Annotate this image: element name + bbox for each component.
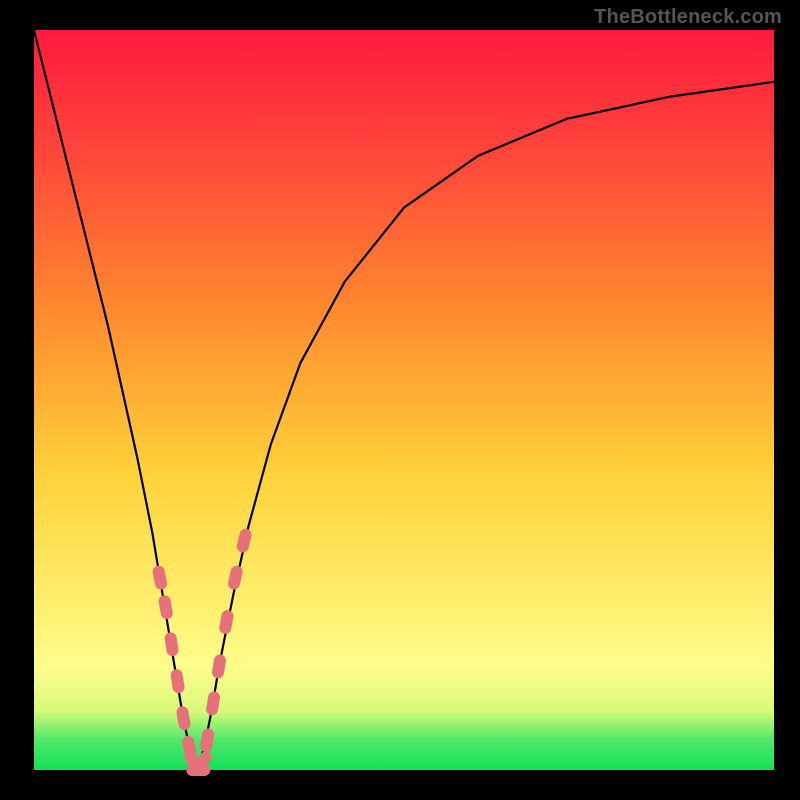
marker-dot — [160, 602, 171, 613]
marker-dot — [178, 713, 189, 724]
marker-dot — [208, 698, 219, 709]
marker-dot — [166, 639, 177, 650]
marker-dot — [221, 617, 232, 628]
marker-dot — [197, 757, 208, 768]
marker-dot — [239, 535, 250, 546]
marker-dot — [154, 572, 165, 583]
marker-dot — [230, 572, 241, 583]
curve-layer — [34, 30, 774, 770]
watermark-label: TheBottleneck.com — [594, 6, 782, 29]
bottleneck-curve — [34, 30, 774, 770]
marker-dot — [214, 661, 225, 672]
marker-dot — [202, 735, 213, 746]
highlight-markers — [152, 528, 253, 776]
marker-dot — [172, 676, 183, 687]
outer-frame: TheBottleneck.com — [0, 0, 800, 800]
